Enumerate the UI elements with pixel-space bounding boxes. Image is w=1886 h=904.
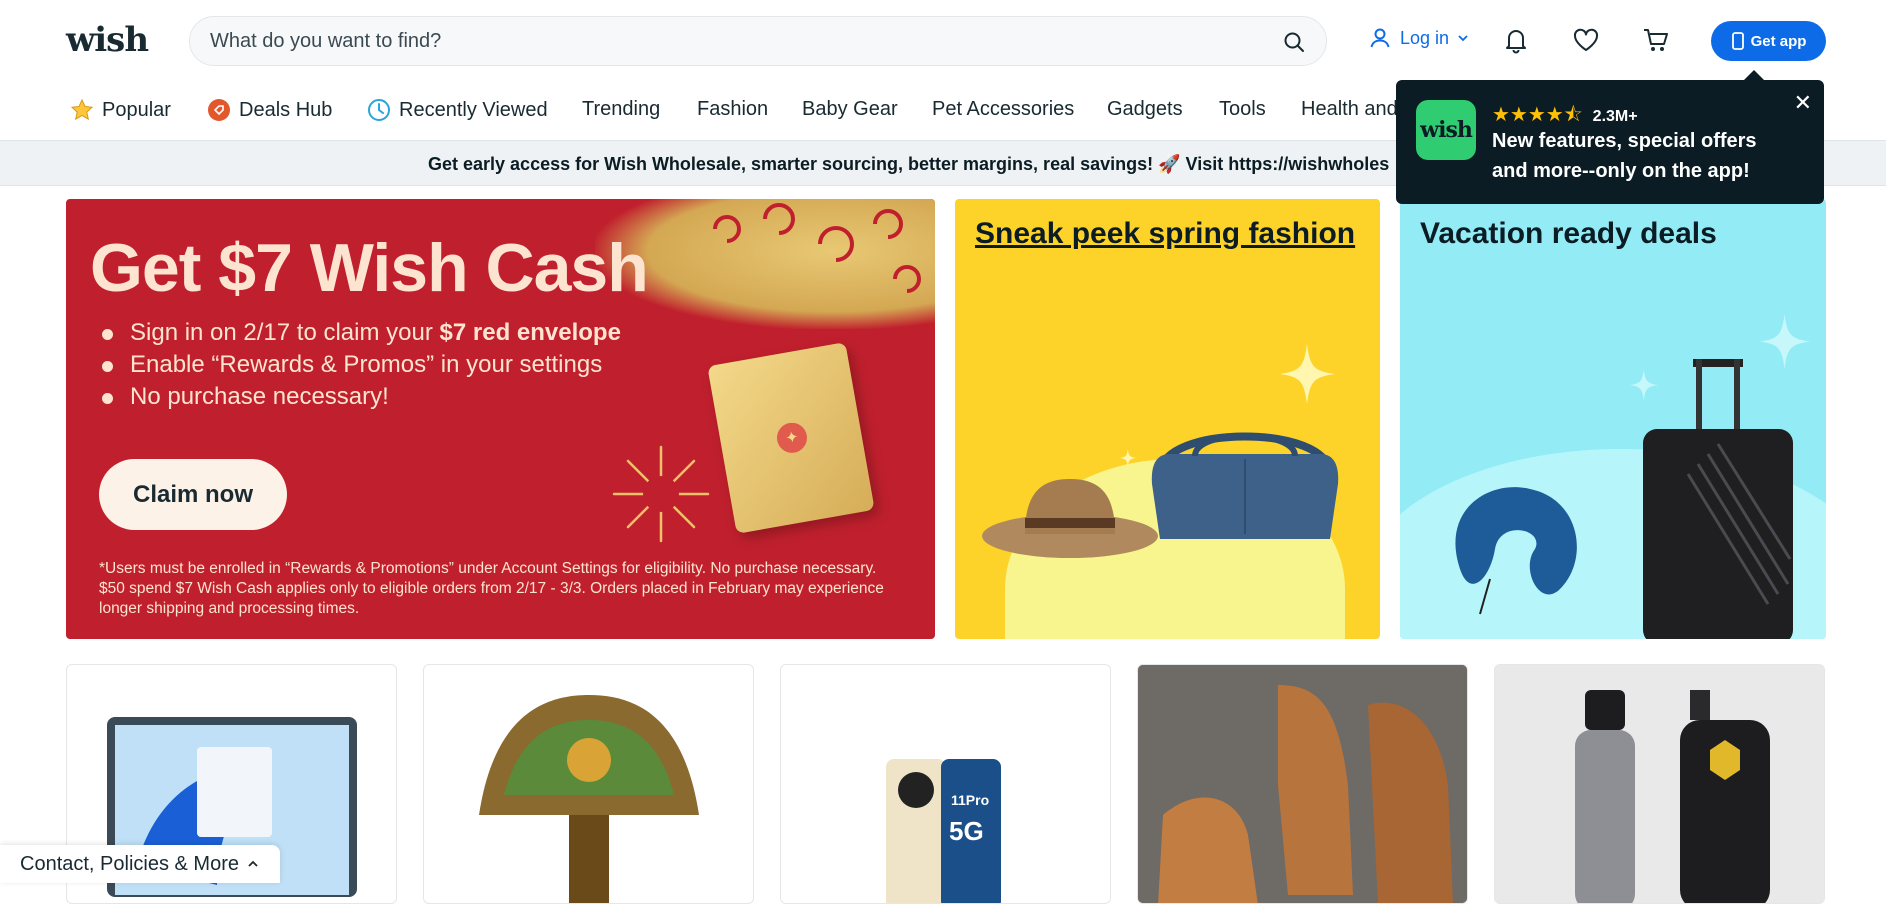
nav-label: Gadgets [1107,98,1183,120]
straw-hat-image [982,479,1158,558]
nav-item-fashion[interactable]: Fashion [697,98,768,121]
wish-logo[interactable]: wish [66,20,149,60]
promo-bullets: Sign in on 2/17 to claim your $7 red env… [102,317,621,413]
sparkle-icon [1280,344,1335,404]
handbag-image [1151,432,1339,539]
footer-link-label: Contact, Policies & More [20,852,239,875]
smartphone-image: 11Pro 5G [886,759,1001,903]
nav-label: Popular [102,98,171,121]
svg-text:11Pro: 11Pro [951,792,989,808]
ankle-boots-image [1138,665,1467,903]
chevron-down-icon [1458,35,1468,42]
top-header: wish Log in Get app [0,0,1886,82]
suitcase-image [1643,359,1793,639]
cart-icon[interactable] [1642,26,1670,54]
search-icon[interactable] [1282,30,1306,54]
product-card[interactable] [423,664,754,904]
promo-fine-print: *Users must be enrolled in “Rewards & Pr… [99,560,884,617]
nav-item-popular[interactable]: Popular [70,98,171,122]
login-label: Log in [1400,27,1450,48]
nav-label: Fashion [697,98,769,120]
nav-item-deals-hub[interactable]: Deals Hub [207,98,332,122]
promo-bullet: No purchase necessary! [102,381,621,413]
nav-item-tools[interactable]: Tools [1219,98,1266,121]
nav-label: Deals Hub [239,98,333,121]
product-card[interactable] [1137,664,1468,904]
claim-now-button[interactable]: Claim now [99,459,287,530]
chevron-up-icon [248,860,258,867]
promo-bullet: Sign in on 2/17 to claim your $7 red env… [102,317,621,349]
nav-label: Baby Gear [802,98,898,120]
nav-label: Recently Viewed [399,98,548,121]
rating-count: 2.3M+ [1592,108,1638,125]
search-input[interactable] [210,17,1250,65]
sparkle-icon [1120,449,1136,467]
nav-label: Tools [1219,98,1266,120]
bell-icon[interactable] [1502,26,1530,54]
nav-label: Trending [582,98,661,120]
nav-item-baby-gear[interactable]: Baby Gear [802,98,898,121]
phone-icon [1731,32,1744,50]
login-button[interactable]: Log in [1368,26,1469,50]
star-icon [70,98,94,121]
vacation-deals-title: Vacation ready deals [1420,217,1717,250]
heart-icon[interactable] [1572,26,1600,54]
wish-app-logo: wish [1416,100,1476,160]
promo-title: Get $7 Wish Cash [90,230,649,306]
close-icon[interactable]: ✕ [1794,90,1812,116]
spring-fashion-title[interactable]: Sneak peek spring fashion [975,217,1355,251]
search-bar [189,16,1327,66]
nav-label: Health and [1301,98,1398,120]
user-icon [1370,28,1390,48]
get-app-label: Get app [1750,32,1807,50]
firework-icon [612,445,710,543]
promo-bullet: Enable “Rewards & Promos” in your settin… [102,349,621,381]
nav-item-trending[interactable]: Trending [582,98,660,121]
popup-arrow [1744,70,1764,80]
neck-pillow-image [1455,487,1577,615]
red-envelope-image [707,342,875,534]
vacation-deals-banner[interactable]: Vacation ready deals [1400,199,1826,639]
svg-text:5G: 5G [949,816,984,846]
popup-message: New features, special offers and more--o… [1492,130,1757,182]
deals-tag-icon [208,99,230,121]
announcement-text: Get early access for Wish Wholesale, sma… [428,154,1390,174]
app-promo-popup: wish ★★★★⯪ 2.3M+ New features, special o… [1396,70,1824,204]
nav-item-gadgets[interactable]: Gadgets [1107,98,1183,121]
nav-item-health[interactable]: Health and [1301,98,1398,121]
nav-item-recently-viewed[interactable]: Recently Viewed [367,98,548,122]
wish-cash-banner[interactable]: Get $7 Wish Cash Sign in on 2/17 to clai… [66,199,935,639]
pepper-spray-stun-gun-image [1495,665,1824,903]
nav-label: Pet Accessories [932,98,1075,120]
tiffany-lamp-image [449,665,730,903]
spring-fashion-banner[interactable]: Sneak peek spring fashion [955,199,1380,639]
product-card[interactable]: 11Pro 5G [780,664,1111,904]
nav-item-pet-accessories[interactable]: Pet Accessories [932,98,1074,121]
get-app-button[interactable]: Get app [1711,21,1826,61]
clock-icon [368,99,390,121]
contact-policies-toggle[interactable]: Contact, Policies & More [0,845,280,883]
product-card[interactable] [1494,664,1825,904]
